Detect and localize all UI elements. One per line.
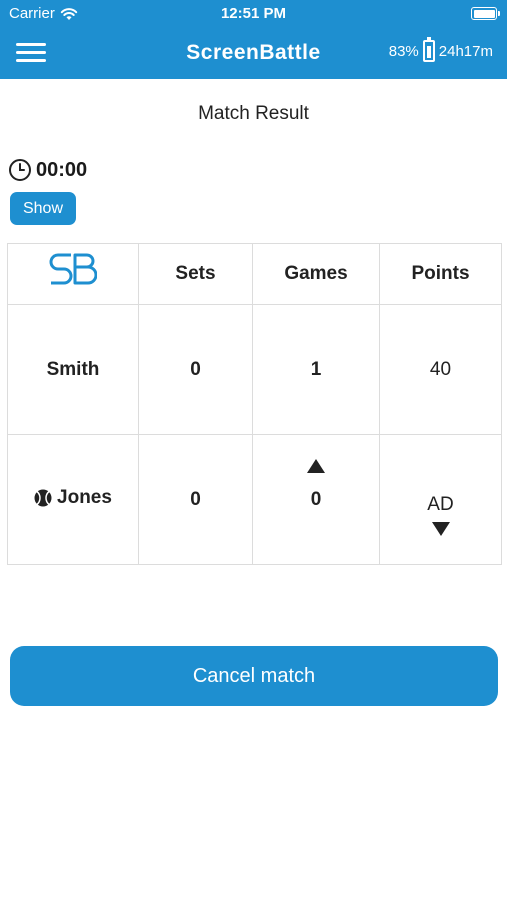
increment-games-arrow-icon[interactable]: [307, 458, 325, 473]
points-value: 40: [379, 304, 502, 435]
player-row-jones: Jones 0 0 AD: [7, 434, 502, 565]
header-sets: Sets: [138, 243, 253, 305]
match-timer: 00:00: [8, 158, 87, 182]
battery-icon: [422, 37, 435, 62]
status-time: 12:51 PM: [220, 5, 287, 22]
games-value: 1: [252, 304, 380, 435]
scoreboard-header-row: Sets Games Points: [7, 243, 502, 305]
games-value: 0: [310, 488, 322, 510]
nav-bar: ScreenBattle 83% 24h17m: [0, 28, 507, 79]
hamburger-menu-icon[interactable]: [16, 43, 46, 63]
battery-status: 83% 24h17m: [388, 37, 493, 62]
header-games: Games: [252, 243, 380, 305]
player-name: Smith: [46, 358, 100, 380]
clock-icon: [9, 159, 31, 181]
logo-cell: [7, 243, 139, 305]
show-button[interactable]: Show: [10, 192, 76, 225]
sets-value: 0: [138, 304, 253, 435]
battery-time: 24h17m: [438, 42, 493, 60]
player-name-cell: Jones: [7, 434, 139, 565]
points-cell: AD: [379, 434, 502, 565]
player-row-smith: Smith 0 1 40: [7, 304, 502, 435]
screenbattle-logo-icon: [49, 253, 98, 285]
header-points: Points: [379, 243, 502, 305]
timer-value: 00:00: [36, 158, 88, 181]
status-bar: Carrier 12:51 PM: [0, 0, 507, 28]
scoreboard-table: Sets Games Points Smith 0 1 40 Jones 0 0…: [7, 243, 502, 565]
battery-percent: 83%: [388, 42, 419, 60]
sets-value: 0: [138, 434, 253, 565]
player-name: Jones: [57, 486, 112, 508]
device-battery-icon: [471, 7, 500, 20]
cancel-match-button[interactable]: Cancel match: [10, 646, 498, 706]
player-name-cell: Smith: [7, 304, 139, 435]
tennis-ball-serving-icon: [34, 489, 52, 506]
page-title: Match Result: [198, 103, 309, 124]
games-cell: 0: [252, 434, 380, 565]
decrement-points-arrow-icon[interactable]: [431, 521, 450, 536]
points-value: AD: [427, 493, 454, 515]
